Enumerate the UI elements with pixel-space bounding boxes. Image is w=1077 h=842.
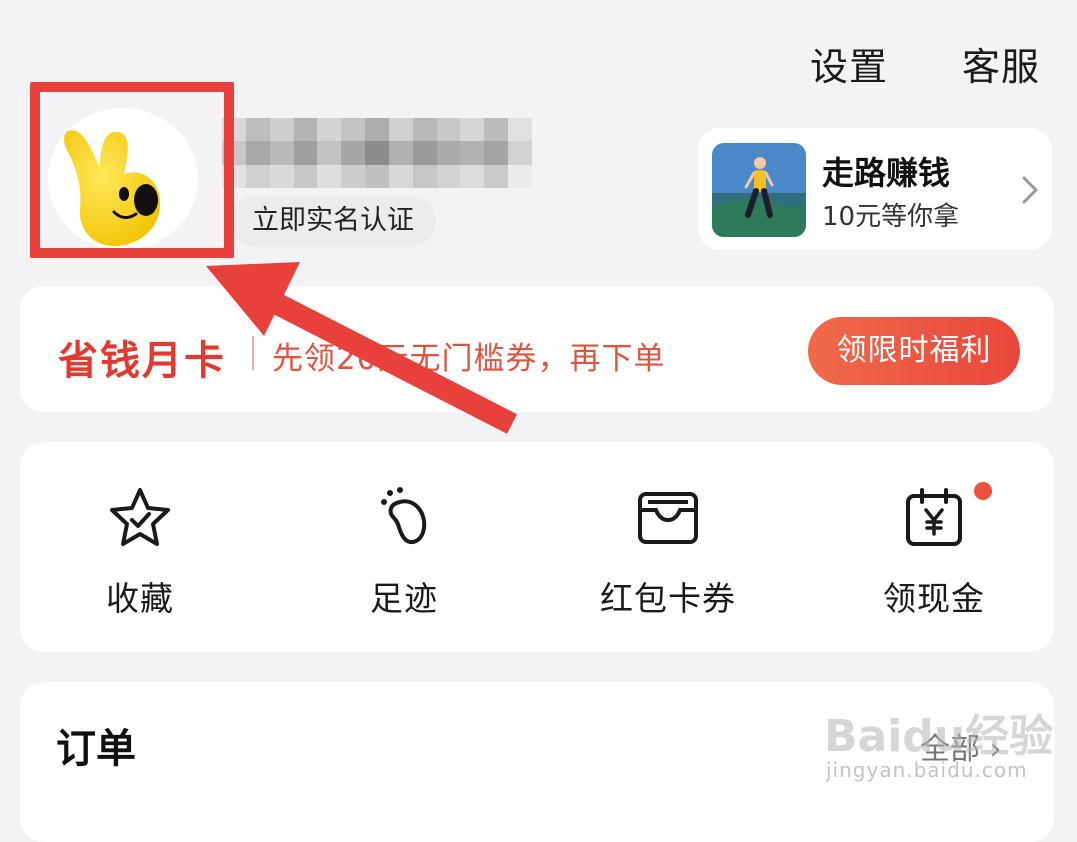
- notification-dot: [974, 482, 992, 500]
- annotation-highlight-box: [30, 82, 234, 258]
- chevron-right-icon: [1016, 172, 1044, 208]
- shortcut-footprint[interactable]: 足迹: [294, 476, 514, 626]
- wallet-icon: [638, 492, 698, 544]
- star-check-icon: [110, 488, 170, 546]
- shortcut-label: 足迹: [370, 579, 438, 618]
- claim-benefit-button[interactable]: 领限时福利: [808, 317, 1020, 385]
- walk-card-subtitle: 10元等你拿: [822, 202, 960, 232]
- blurred-username: [222, 118, 532, 188]
- shortcut-cash[interactable]: 领现金: [824, 476, 1044, 626]
- calendar-yuan-icon: [906, 488, 962, 546]
- customer-service-link[interactable]: 客服: [962, 36, 1040, 91]
- shortcut-label: 领现金: [883, 579, 985, 618]
- watermark-url: jingyan.baidu.com: [826, 758, 1028, 782]
- promo-description: 先领20元无门槛券，再下单: [272, 341, 666, 377]
- watermark-logo: Baidu经验: [824, 711, 1054, 762]
- footprint-icon: [381, 487, 427, 545]
- walking-person-icon: [712, 143, 806, 237]
- shortcut-label: 红包卡券: [600, 579, 736, 618]
- promo-divider: [252, 336, 254, 370]
- settings-link[interactable]: 设置: [810, 36, 888, 91]
- promo-title: 省钱月卡: [58, 338, 226, 384]
- shortcut-label: 收藏: [106, 579, 174, 618]
- shortcut-favorites[interactable]: 收藏: [30, 476, 250, 626]
- walk-card-title: 走路赚钱: [822, 154, 951, 192]
- orders-title: 订单: [56, 726, 136, 772]
- real-name-verify-chip[interactable]: 立即实名认证: [230, 195, 436, 247]
- shortcut-coupons[interactable]: 红包卡券: [558, 476, 778, 626]
